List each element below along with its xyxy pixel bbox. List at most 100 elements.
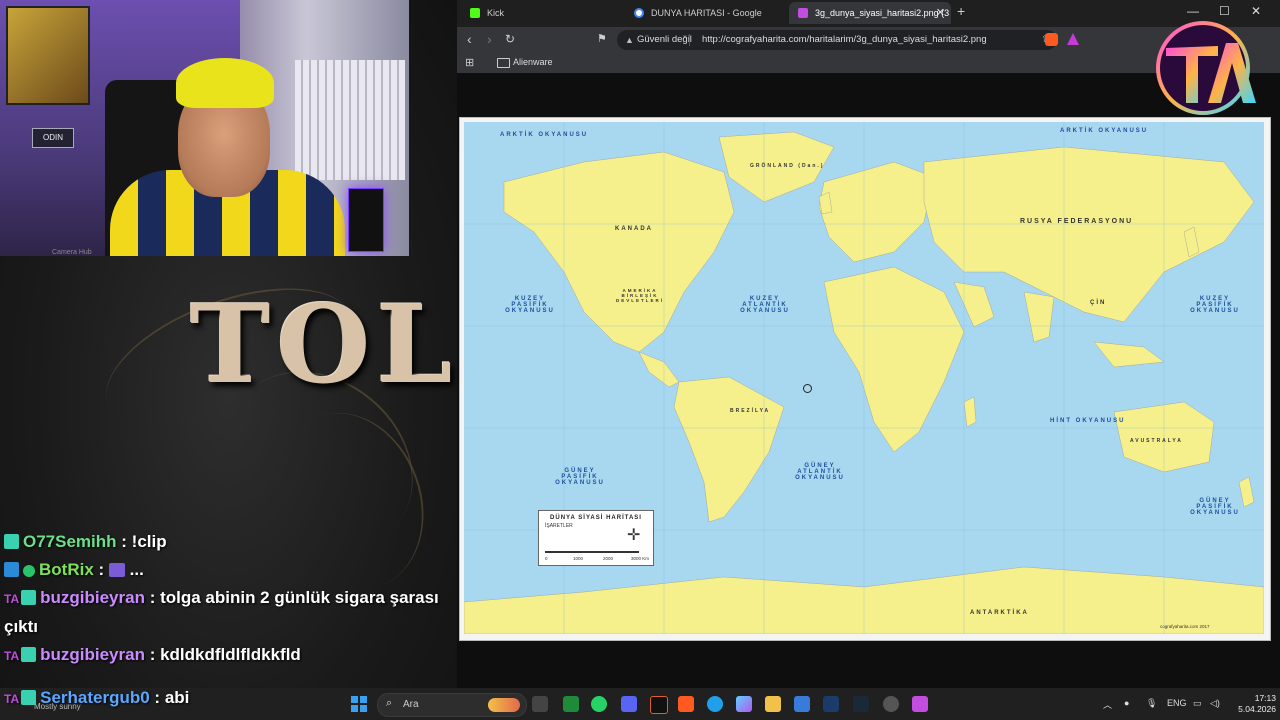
- whatsapp-icon[interactable]: [591, 696, 607, 712]
- google-icon: [634, 8, 644, 18]
- tray-app-icon[interactable]: ●: [1124, 698, 1129, 708]
- back-button[interactable]: ‹: [467, 31, 472, 47]
- bookmark-alienware[interactable]: Alienware: [513, 57, 553, 67]
- chat-message-overlap: TA Serhatergub0 : abi: [4, 688, 190, 707]
- discord-icon[interactable]: [621, 696, 637, 712]
- apps-grid-icon[interactable]: ⊞: [465, 56, 474, 69]
- subscriber-badge-icon: [21, 690, 37, 705]
- ocean-label: KUZEY PASİFİK OKYANUSU: [1190, 296, 1240, 314]
- network-icon[interactable]: ▭: [1193, 698, 1202, 709]
- obs-icon[interactable]: [650, 696, 668, 714]
- map-credit: cografyaharita.com 2017: [1160, 624, 1210, 629]
- steam-icon[interactable]: [853, 696, 869, 712]
- tab-label: 3g_dunya_siyasi_haritasi2.png (3: [815, 8, 950, 18]
- subscriber-badge-icon: [21, 647, 37, 662]
- url-text[interactable]: http://cografyaharita.com/haritalarim/3g…: [702, 30, 987, 50]
- windows-taskbar: Mostly sunny TA Serhatergub0 : abi ⌕ Ara …: [0, 688, 1280, 720]
- xbox-icon[interactable]: [563, 696, 579, 712]
- channel-ta-logo-icon: [1156, 21, 1256, 115]
- subscriber-badge-icon: [21, 590, 37, 605]
- chat-username: buzgibieyran: [40, 645, 145, 664]
- chat-overlay: O77Semihh : !clip BotRix : ... TA buzgibi…: [4, 528, 454, 670]
- bookmark-star-icon[interactable]: ⚑: [597, 32, 607, 45]
- language-indicator[interactable]: ENG: [1167, 698, 1187, 708]
- country-label: AVUSTRALYA: [1130, 438, 1183, 444]
- chat-message: BotRix : ...: [4, 556, 454, 584]
- country-label: RUSYA FEDERASYONU: [1020, 218, 1134, 225]
- clock-date: 5.04.2026: [1238, 704, 1276, 714]
- volume-icon[interactable]: ◁): [1210, 698, 1220, 709]
- scale-label: 2000: [603, 556, 614, 561]
- app-icon[interactable]: [912, 696, 928, 712]
- tab-map-image[interactable]: 3g_dunya_siyasi_haritasi2.png (3 ✕: [789, 2, 951, 24]
- country-label: ÇİN: [1090, 300, 1107, 306]
- minimize-button[interactable]: —: [1187, 4, 1199, 18]
- wall-sign: ODIN: [32, 128, 74, 148]
- verified-badge-icon: [23, 565, 35, 577]
- tab-kick[interactable]: Kick: [461, 2, 621, 24]
- brave-shields-icon[interactable]: [1045, 33, 1058, 46]
- subscriber-badge-icon: [4, 534, 19, 549]
- new-tab-button[interactable]: +: [957, 3, 965, 19]
- microphone-icon[interactable]: 🎙: [1146, 698, 1157, 709]
- country-label: AMERİKA BİRLEŞİK DEVLETLERİ: [615, 288, 664, 303]
- search-icon: ⌕: [386, 697, 393, 709]
- legend-title: DÜNYA SİYASİ HARİTASI: [550, 515, 642, 521]
- file-explorer-icon[interactable]: [765, 696, 781, 712]
- search-highlight-icon: [488, 698, 520, 712]
- channel-logo-text: TOL: [190, 282, 459, 408]
- streamer-cap: [176, 58, 274, 108]
- windows-start-icon[interactable]: [351, 696, 367, 712]
- bot-badge-icon: [4, 562, 19, 577]
- image-icon: [798, 8, 808, 18]
- ocean-label: ARKTİK OKYANUSU: [500, 132, 589, 138]
- chrome-icon[interactable]: [883, 696, 899, 712]
- scale-label: 3000 Km: [631, 556, 650, 561]
- ocean-label: KUZEY PASİFİK OKYANUSU: [505, 296, 555, 314]
- scale-label: 1000: [573, 556, 584, 561]
- chat-message: O77Semihh : !clip: [4, 528, 454, 556]
- pc-case: [348, 188, 384, 252]
- channel-badge-icon: TA: [4, 649, 20, 663]
- address-bar[interactable]: ▲ Güvenli değil http://cografyaharita.co…: [617, 30, 1057, 50]
- security-status[interactable]: Güvenli değil: [637, 30, 692, 50]
- chat-message: TA buzgibieyran : kdldkdfldlfldkkfld: [4, 645, 301, 664]
- chat-text: abi: [164, 688, 190, 707]
- chat-text: !clip: [131, 532, 167, 551]
- chat-message: TA buzgibieyran : tolga abinin 2 günlük s…: [4, 588, 439, 636]
- maximize-button[interactable]: ☐: [1219, 4, 1230, 18]
- brave-rewards-icon[interactable]: [1067, 33, 1079, 45]
- channel-badge-icon: TA: [4, 692, 20, 706]
- kick-icon: [470, 8, 480, 18]
- legend-subtitle: İŞARETLER: [545, 523, 573, 529]
- brave-icon[interactable]: [678, 696, 694, 712]
- store-icon[interactable]: [823, 696, 839, 712]
- country-label: KANADA: [615, 226, 653, 232]
- clapperboard-icon: [108, 563, 125, 577]
- chevron-up-icon[interactable]: ︿: [1103, 698, 1112, 711]
- close-tab-icon[interactable]: ✕: [936, 2, 945, 24]
- forward-button[interactable]: ›: [487, 31, 492, 47]
- webcam-caption: Camera Hub: [52, 249, 92, 256]
- ocean-label: ARKTİK OKYANUSU: [1060, 128, 1149, 134]
- chat-text: ...: [129, 560, 144, 579]
- mail-icon[interactable]: [794, 696, 810, 712]
- task-view-icon[interactable]: [532, 696, 548, 712]
- chat-username: buzgibieyran: [40, 588, 145, 607]
- clock-time: 17:13: [1254, 693, 1276, 703]
- compass-icon: ✛: [627, 527, 641, 544]
- ocean-label: GÜNEY PASİFİK OKYANUSU: [1190, 498, 1240, 516]
- edge-icon[interactable]: [707, 696, 723, 712]
- reload-button[interactable]: ↻: [505, 32, 515, 46]
- country-label: BREZİLYA: [730, 408, 771, 414]
- ocean-label: KUZEY ATLANTİK OKYANUSU: [740, 296, 790, 314]
- chat-text: kdldkdfldlfldkkfld: [160, 645, 301, 664]
- country-label: GRÖNLAND (Dan.): [750, 163, 825, 169]
- map-legend: DÜNYA SİYASİ HARİTASI İŞARETLER ✛ 0 1000…: [538, 510, 654, 566]
- system-clock[interactable]: 17:13 5.04.2026: [1232, 693, 1276, 715]
- taskbar-search[interactable]: ⌕ Ara: [377, 693, 527, 717]
- copilot-icon[interactable]: [736, 696, 752, 712]
- close-window-button[interactable]: ✕: [1251, 4, 1261, 18]
- tab-google-search[interactable]: DUNYA HARITASI - Google Search: [625, 2, 787, 40]
- world-political-map[interactable]: ARKTİK OKYANUSU ARKTİK OKYANUSU KUZEY PA…: [459, 117, 1271, 641]
